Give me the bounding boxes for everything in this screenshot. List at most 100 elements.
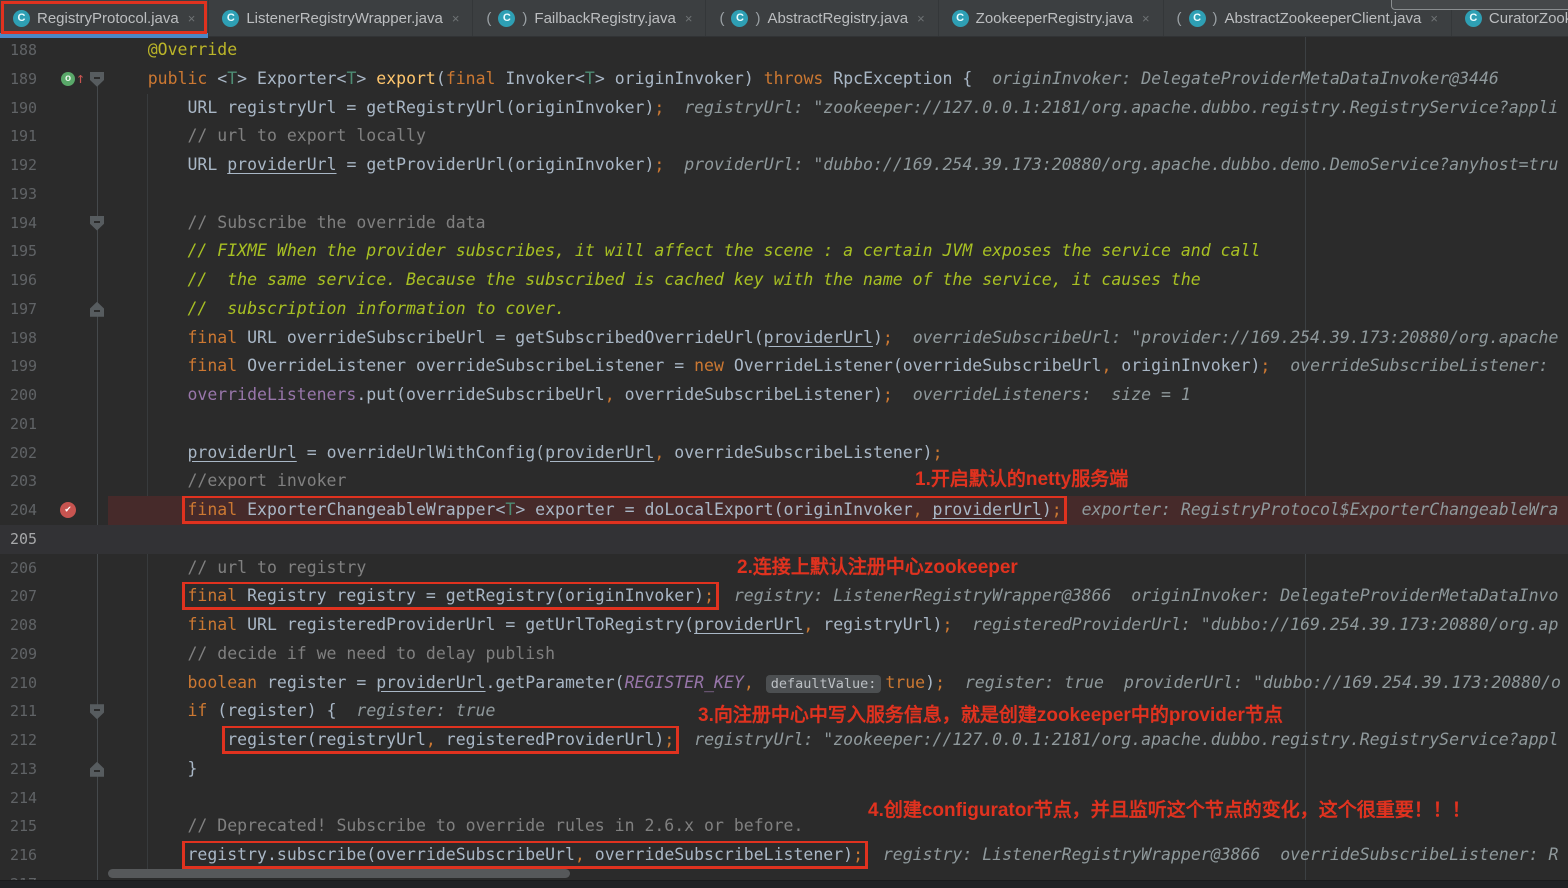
code-line-208: 208 final URL registeredProviderUrl = ge… xyxy=(0,611,1568,640)
line-number: 206 xyxy=(10,554,37,583)
code-token: , xyxy=(803,615,813,634)
code-token: URL registryUrl = getRegistryUrl(originI… xyxy=(187,98,654,117)
code-token: final xyxy=(187,328,247,347)
code-text: overrideListeners.put(overrideSubscribeU… xyxy=(0,381,1568,410)
bottom-panel-edge xyxy=(0,880,1568,888)
code-token: > xyxy=(237,69,247,88)
code-text: // Subscribe the override data xyxy=(0,209,1568,238)
code-lines: 188 @Override189↑o public <T> Exporter<T… xyxy=(0,36,1568,888)
overriding-method-icon[interactable]: o xyxy=(61,72,75,86)
code-token: .put(overrideSubscribeUrl xyxy=(356,385,604,404)
code-token: providerUrl xyxy=(764,328,873,347)
code-token: public xyxy=(148,69,218,88)
line-number: 216 xyxy=(10,841,37,870)
tab-label: ListenerRegistryWrapper.java xyxy=(246,10,442,27)
code-token: overrideSubscribeListener) xyxy=(664,443,932,462)
code-text: // FIXME When the provider subscribes, i… xyxy=(0,237,1568,266)
code-text: registry.subscribe(overrideSubscribeUrl,… xyxy=(0,841,1568,870)
code-token: if xyxy=(187,701,217,720)
inline-debug-value: overrideSubscribeUrl: "provider://169.25… xyxy=(913,328,1559,347)
code-line-188: 188 @Override xyxy=(0,36,1568,65)
code-token: register = xyxy=(267,673,376,692)
annotation-box: registry.subscribe(overrideSubscribeUrl,… xyxy=(187,845,863,864)
close-tab-icon[interactable]: × xyxy=(917,11,925,26)
code-token: final xyxy=(187,586,247,605)
code-token: // url to export locally xyxy=(187,126,425,145)
code-line-213: 213 } xyxy=(0,755,1568,784)
code-token: export xyxy=(376,69,436,88)
tab-listenerregistrywrapper-java[interactable]: CListenerRegistryWrapper.java× xyxy=(209,0,473,36)
parameter-hint: defaultValue: xyxy=(766,675,882,693)
code-token: providerUrl xyxy=(933,500,1042,519)
line-number: 202 xyxy=(10,439,37,468)
line-number: 197 xyxy=(10,295,37,324)
code-token: final xyxy=(187,615,247,634)
tab-registryprotocol-java[interactable]: CRegistryProtocol.java× xyxy=(0,0,209,36)
code-token: true xyxy=(885,673,925,692)
code-token: providerUrl xyxy=(376,673,485,692)
close-tab-icon[interactable]: × xyxy=(685,11,693,26)
horizontal-scrollbar-thumb[interactable] xyxy=(108,869,570,878)
inline-debug-value: registryUrl: "zookeeper://127.0.0.1:2181… xyxy=(694,730,1558,749)
code-text: } xyxy=(0,755,1568,784)
inline-debug-value: registryUrl: "zookeeper://127.0.0.1:2181… xyxy=(684,98,1558,117)
code-token: , xyxy=(1101,356,1111,375)
code-token: Exporter< xyxy=(247,69,346,88)
code-token: ExporterChangeableWrapper< xyxy=(247,500,505,519)
code-text: public <T> Exporter<T> export(final Invo… xyxy=(0,65,1568,94)
code-token: // Subscribe the override data xyxy=(187,213,485,232)
inline-debug-value: overrideSubscribeListener: xyxy=(1290,356,1548,375)
inline-debug-value: register: true xyxy=(356,701,495,720)
code-token: ( xyxy=(436,69,446,88)
code-token: @Override xyxy=(148,40,237,59)
inline-debug-value: providerUrl: "dubbo://169.254.39.173:208… xyxy=(684,155,1558,174)
code-text: // url to export locally xyxy=(0,122,1568,151)
inline-debug-value: registeredProviderUrl: "dubbo://169.254.… xyxy=(972,615,1558,634)
code-token: overrideListeners xyxy=(187,385,356,404)
code-token: //export invoker xyxy=(187,471,346,490)
code-token: // url to registry xyxy=(187,558,366,577)
code-token: T xyxy=(346,69,356,88)
code-token: ; xyxy=(654,98,664,117)
abstract-paren: ) xyxy=(1213,10,1218,27)
code-token: ; xyxy=(942,615,952,634)
line-number: 193 xyxy=(10,180,37,209)
code-editor[interactable]: 188 @Override189↑o public <T> Exporter<T… xyxy=(0,36,1568,888)
inline-debug-value: register: true providerUrl: "dubbo://169… xyxy=(965,673,1561,692)
ide-window: CRegistryProtocol.java×CListenerRegistry… xyxy=(0,0,1568,888)
red-annotation-text-4: 4.创建configurator节点，并且监听这个节点的变化，这个很重要！！！ xyxy=(868,795,1471,822)
code-text: @Override xyxy=(0,36,1568,65)
tab-zookeeperregistry-java[interactable]: CZookeeperRegistry.java× xyxy=(939,0,1164,36)
code-token: ; xyxy=(933,443,943,462)
code-token: ; xyxy=(883,328,893,347)
code-token: providerUrl xyxy=(227,155,336,174)
tab-abstractregistry-java[interactable]: (C)AbstractRegistry.java× xyxy=(706,0,938,36)
inline-debug-value: exporter: RegistryProtocol$ExporterChang… xyxy=(1082,500,1559,519)
code-line-207: 207 final Registry registry = getRegistr… xyxy=(0,582,1568,611)
inline-debug-value: registry: ListenerRegistryWrapper@3866 o… xyxy=(883,845,1559,864)
code-token: // FIXME When the provider subscribes, i… xyxy=(187,241,1260,260)
code-line-202: 202 providerUrl = overrideUrlWithConfig(… xyxy=(0,439,1568,468)
code-line-205: 205 xyxy=(0,525,1568,554)
code-token: URL xyxy=(187,155,227,174)
close-tab-icon[interactable]: × xyxy=(1430,11,1438,26)
close-tab-icon[interactable]: × xyxy=(188,11,196,26)
line-number: 204 xyxy=(10,496,37,525)
tab-label: ZookeeperRegistry.java xyxy=(976,10,1133,27)
breakpoint-icon[interactable]: ✔ xyxy=(60,502,76,518)
tab-label: FailbackRegistry.java xyxy=(534,10,675,27)
code-line-209: 209 // decide if we need to delay publis… xyxy=(0,640,1568,669)
code-text: // the same service. Because the subscri… xyxy=(0,266,1568,295)
close-tab-icon[interactable]: × xyxy=(452,11,460,26)
code-line-216: 216 registry.subscribe(overrideSubscribe… xyxy=(0,841,1568,870)
code-token: T xyxy=(505,500,515,519)
code-token: OverrideListener(overrideSubscribeUrl xyxy=(734,356,1102,375)
code-token: overrideSubscribeListener) xyxy=(585,845,853,864)
code-text: // decide if we need to delay publish xyxy=(0,640,1568,669)
tab-failbackregistry-java[interactable]: (C)FailbackRegistry.java× xyxy=(473,0,706,36)
code-token: > exporter = doLocalExport(originInvoker xyxy=(515,500,912,519)
close-tab-icon[interactable]: × xyxy=(1142,11,1150,26)
code-text: final Registry registry = getRegistry(or… xyxy=(0,582,1568,611)
abstract-paren: ( xyxy=(1177,10,1182,27)
line-number: 198 xyxy=(10,324,37,353)
